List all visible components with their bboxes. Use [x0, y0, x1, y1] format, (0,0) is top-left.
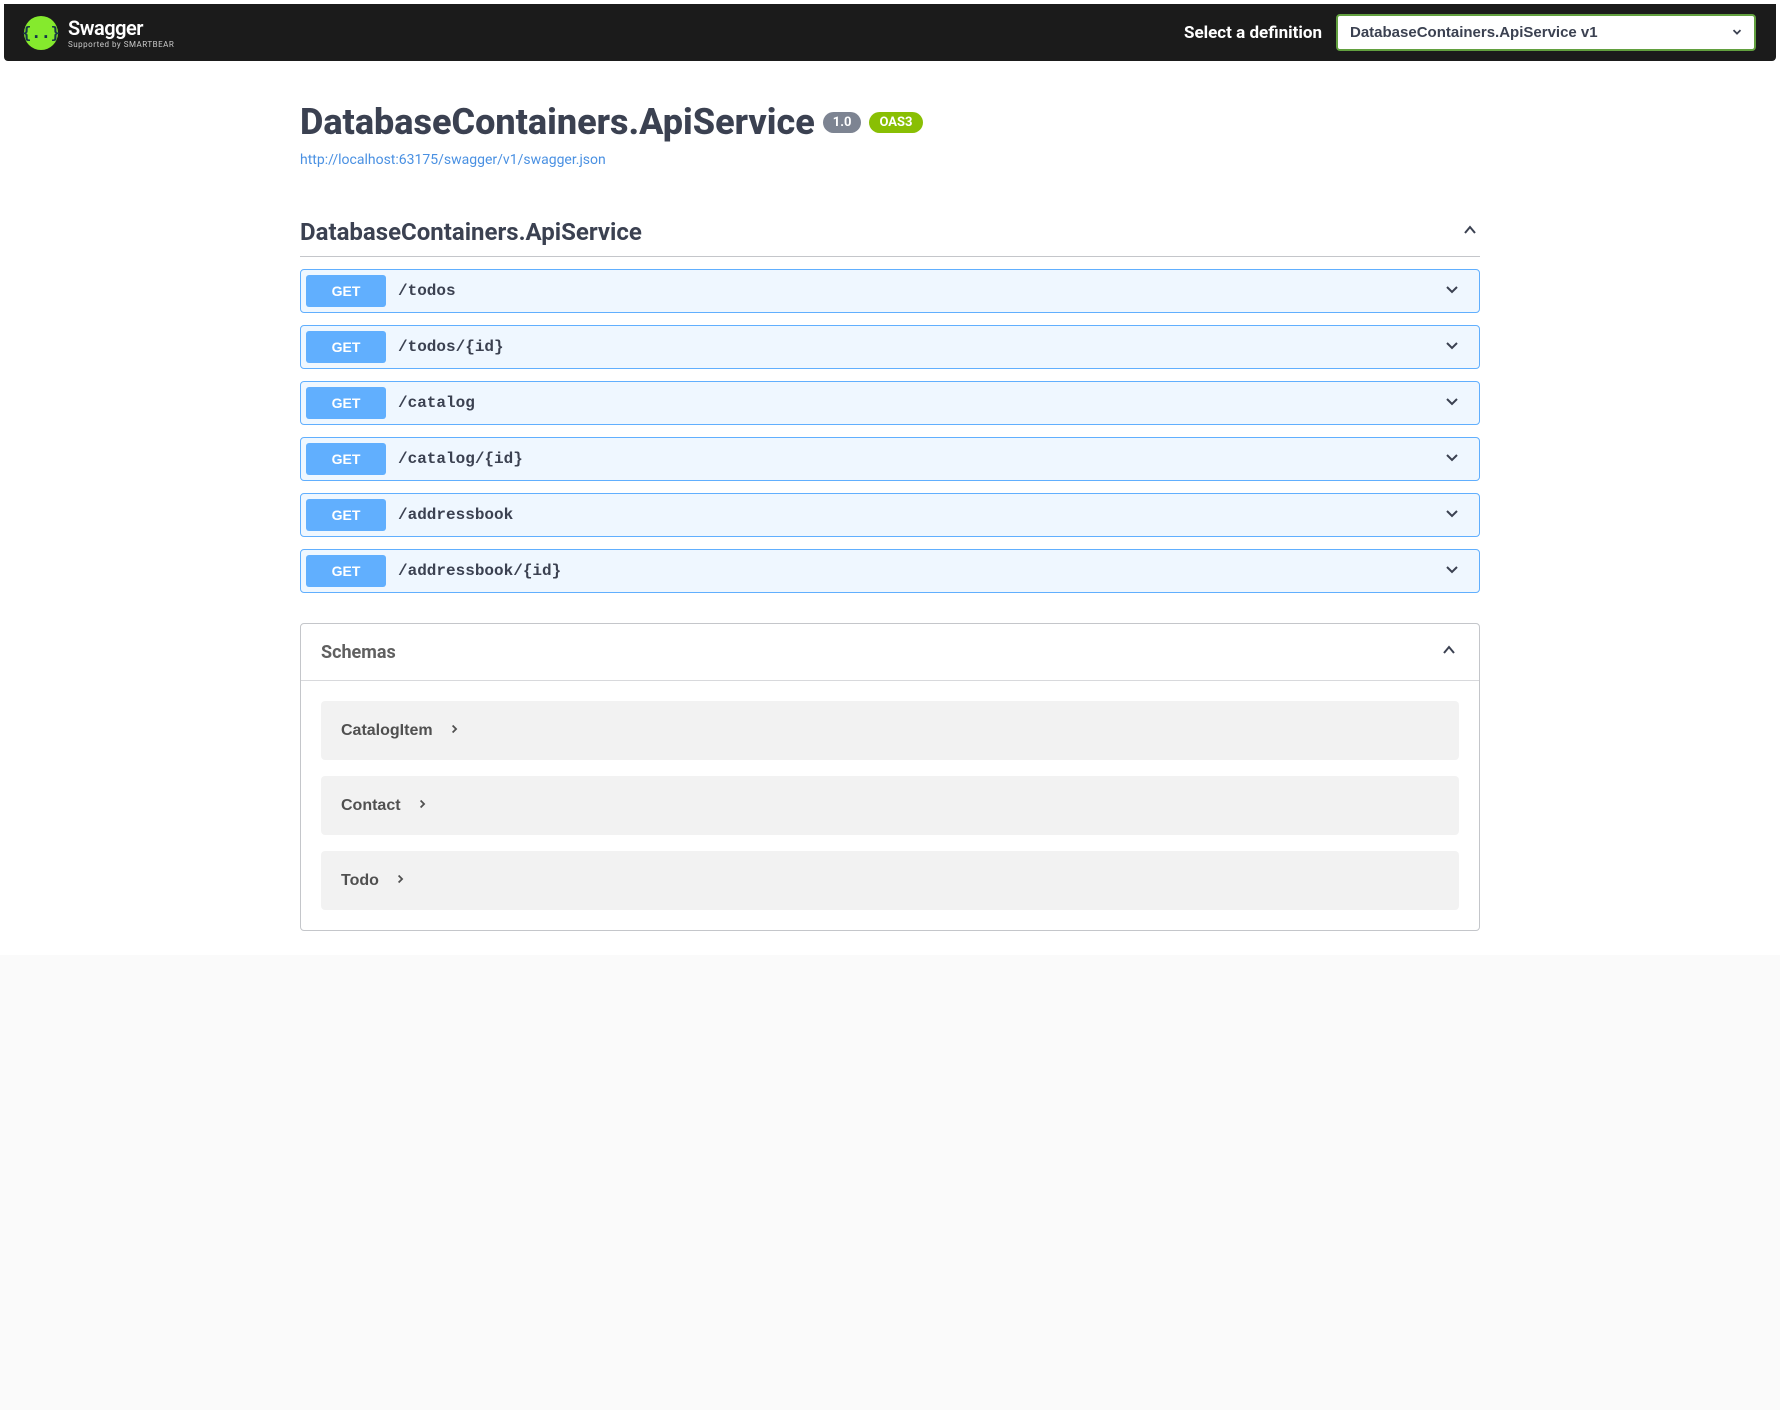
tag-section: DatabaseContainers.ApiService GET /todos… [300, 208, 1480, 593]
chevron-down-icon [1430, 391, 1474, 415]
operation-block[interactable]: GET /catalog [300, 381, 1480, 425]
http-method-badge: GET [306, 331, 386, 363]
operation-path: /addressbook/{id} [386, 562, 1430, 580]
chevron-down-icon [1430, 559, 1474, 583]
operation-block[interactable]: GET /addressbook/{id} [300, 549, 1480, 593]
operation-path: /catalog [386, 394, 1430, 412]
api-info: DatabaseContainers.ApiService 1.0 OAS3 h… [300, 101, 1480, 168]
chevron-right-icon [393, 871, 407, 890]
schema-name: CatalogItem [341, 722, 433, 740]
operation-path: /catalog/{id} [386, 450, 1430, 468]
chevron-up-icon [1439, 640, 1459, 664]
http-method-badge: GET [306, 275, 386, 307]
version-badge: 1.0 [823, 112, 862, 133]
schemas-section: Schemas CatalogItem Contact Todo [300, 623, 1480, 931]
operation-block[interactable]: GET /todos/{id} [300, 325, 1480, 369]
chevron-down-icon [1430, 503, 1474, 527]
chevron-down-icon [1430, 335, 1474, 359]
chevron-down-icon [1430, 447, 1474, 471]
definition-select[interactable]: DatabaseContainers.ApiService v1 [1336, 14, 1756, 51]
schemas-title: Schemas [321, 642, 396, 663]
schema-item[interactable]: CatalogItem [321, 701, 1459, 760]
tag-header[interactable]: DatabaseContainers.ApiService [300, 208, 1480, 257]
http-method-badge: GET [306, 555, 386, 587]
chevron-up-icon [1460, 220, 1480, 244]
operation-block[interactable]: GET /catalog/{id} [300, 437, 1480, 481]
api-title: DatabaseContainers.ApiService [300, 101, 815, 143]
logo-text-main: Swagger [68, 16, 174, 40]
tag-name: DatabaseContainers.ApiService [300, 218, 642, 246]
http-method-badge: GET [306, 387, 386, 419]
chevron-right-icon [447, 721, 461, 740]
schemas-header[interactable]: Schemas [301, 624, 1479, 681]
operation-block[interactable]: GET /addressbook [300, 493, 1480, 537]
operation-path: /todos [386, 282, 1430, 300]
definition-label: Select a definition [1184, 23, 1322, 43]
logo-text-sub: Supported by SMARTBEAR [68, 40, 174, 49]
operation-path: /addressbook [386, 506, 1430, 524]
schema-name: Todo [341, 872, 379, 890]
definition-selector: Select a definition DatabaseContainers.A… [1184, 14, 1756, 51]
operation-block[interactable]: GET /todos [300, 269, 1480, 313]
http-method-badge: GET [306, 443, 386, 475]
oas-badge: OAS3 [869, 112, 922, 133]
schema-item[interactable]: Contact [321, 776, 1459, 835]
schema-name: Contact [341, 797, 401, 815]
http-method-badge: GET [306, 499, 386, 531]
swagger-icon: {..} [24, 16, 58, 50]
operation-path: /todos/{id} [386, 338, 1430, 356]
schema-item[interactable]: Todo [321, 851, 1459, 910]
topbar: {..} Swagger Supported by SMARTBEAR Sele… [4, 4, 1776, 61]
chevron-right-icon [415, 796, 429, 815]
chevron-down-icon [1430, 279, 1474, 303]
spec-url-link[interactable]: http://localhost:63175/swagger/v1/swagge… [300, 152, 606, 168]
logo[interactable]: {..} Swagger Supported by SMARTBEAR [24, 16, 174, 50]
